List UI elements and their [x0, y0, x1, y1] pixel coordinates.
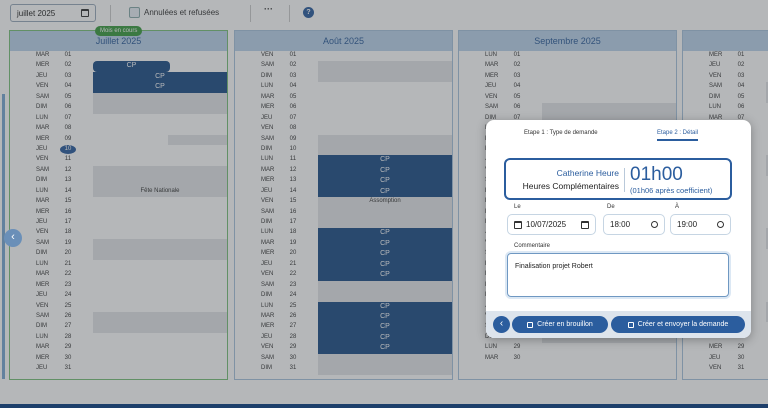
create-and-send-button[interactable]: Créer et envoyer la demande — [611, 316, 745, 333]
comment-label: Commentaire — [514, 243, 551, 249]
coefficient-note: (01h06 après coefficient) — [630, 186, 713, 195]
previous-month-button[interactable]: ‹ — [4, 229, 22, 247]
horizontal-scrollbar[interactable] — [0, 404, 768, 408]
calendar-icon — [514, 220, 522, 229]
start-time-field[interactable]: 18:00 — [603, 214, 665, 235]
start-time-label: De — [607, 204, 615, 210]
chevron-left-icon: ‹ — [11, 231, 15, 243]
comment-textarea[interactable]: Finalisation projet Robert — [507, 253, 729, 297]
create-draft-label: Créer en brouillon — [537, 321, 593, 328]
app-root: juillet 2025 Annulées et refusées ··· ? … — [0, 0, 768, 408]
chevron-left-icon: ‹ — [499, 318, 504, 329]
clock-icon — [651, 221, 658, 228]
request-type: Heures Complémentaires — [522, 181, 619, 191]
date-value: 10/07/2025 — [526, 220, 567, 229]
start-time-value: 18:00 — [610, 220, 631, 229]
end-time-value: 19:00 — [677, 220, 698, 229]
end-time-label: À — [675, 204, 680, 210]
comment-value: Finalisation projet Robert — [515, 263, 593, 270]
date-label: Le — [514, 204, 521, 210]
date-field[interactable]: 10/07/2025 — [507, 214, 596, 235]
modal-footer: ‹ Créer en brouillon Créer et envoyer la… — [486, 311, 751, 338]
request-modal: Etape 1 : Type de demande Etape 2 : Déta… — [486, 120, 751, 338]
end-time-field[interactable]: 19:00 — [670, 214, 731, 235]
request-summary: Catherine Heure Heures Complémentaires 0… — [504, 158, 732, 200]
employee-name: Catherine Heure — [556, 168, 619, 178]
save-icon — [627, 321, 634, 328]
create-draft-button[interactable]: Créer en brouillon — [512, 316, 608, 333]
save-icon — [527, 321, 534, 328]
clock-icon — [717, 221, 724, 228]
create-and-send-label: Créer et envoyer la demande — [637, 321, 729, 328]
summary-divider — [624, 168, 625, 192]
step-1-tab[interactable]: Etape 1 : Type de demande — [524, 130, 598, 136]
calendar-icon — [581, 220, 589, 229]
step-2-tab[interactable]: Etape 2 : Détail — [657, 130, 699, 141]
back-button[interactable]: ‹ — [493, 316, 510, 333]
duration-value: 01h00 — [630, 164, 683, 185]
